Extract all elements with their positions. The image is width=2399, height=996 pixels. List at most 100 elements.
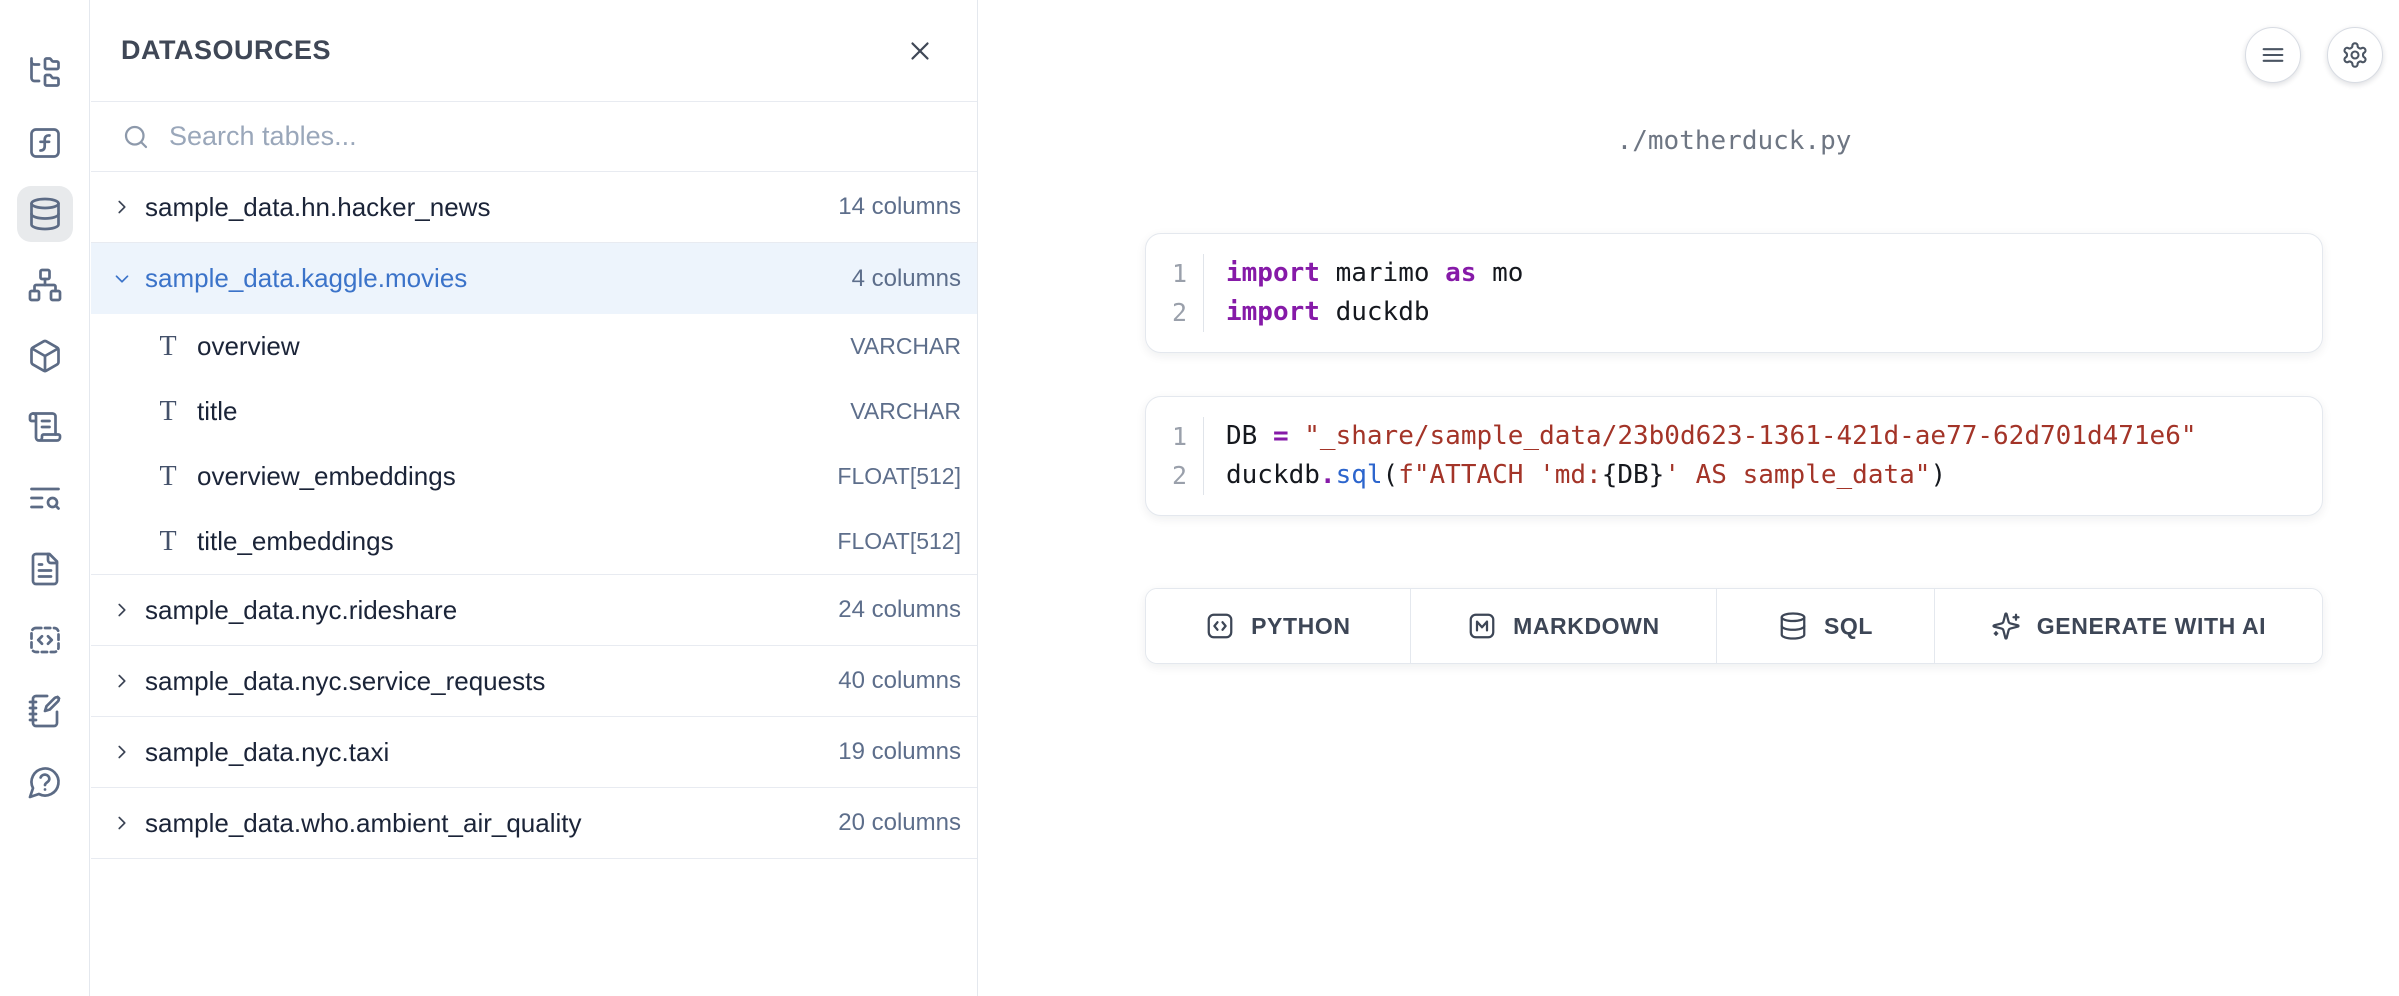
sidebar-scratchpad-button[interactable]	[17, 683, 73, 739]
sidebar-variables-button[interactable]	[17, 115, 73, 171]
text-type-icon: T	[155, 461, 181, 493]
search-input[interactable]	[169, 121, 957, 152]
code-line: DB = "_share/sample_data/23b0d623-1361-4…	[1226, 417, 2197, 456]
column-name: title_embeddings	[197, 526, 394, 557]
code-editor: import marimo as moimport duckdb	[1204, 254, 1523, 332]
code-square-icon	[1205, 611, 1235, 641]
column-type: FLOAT[512]	[837, 528, 961, 555]
close-icon	[905, 36, 935, 66]
activity-bar	[0, 0, 90, 996]
markdown-icon	[1467, 611, 1497, 641]
table-row[interactable]: sample_data.nyc.service_requests 40 colum…	[91, 646, 977, 717]
sidebar-log-search-button[interactable]	[17, 470, 73, 526]
add-cell-button-label: MARKDOWN	[1513, 613, 1660, 640]
table-name: sample_data.hn.hacker_news	[145, 192, 490, 223]
chat-help-icon	[27, 764, 63, 800]
sidebar-file-tree-button[interactable]	[17, 44, 73, 100]
sidebar-snippets-button[interactable]	[17, 612, 73, 668]
panel-title: DATASOURCES	[121, 35, 331, 66]
table-columns: Toverview VARCHAR Ttitle VARCHAR Toverview_e…	[91, 314, 977, 575]
table-row[interactable]: sample_data.nyc.taxi 19 columns	[91, 717, 977, 788]
database-icon	[1778, 611, 1808, 641]
table-name: sample_data.nyc.taxi	[145, 737, 389, 768]
add-cell-python-button[interactable]: PYTHON	[1146, 589, 1411, 663]
search-icon	[121, 122, 151, 152]
column-name: overview_embeddings	[197, 461, 456, 492]
add-cell-bar: PYTHON MARKDOWN SQL GENERATE WITH AI	[1145, 588, 2323, 664]
scratchpad-icon	[27, 693, 63, 729]
sidebar-datasources-button[interactable]	[17, 186, 73, 242]
table-column-count: 19 columns	[838, 738, 961, 766]
variables-icon	[27, 125, 63, 161]
search-icon	[121, 122, 151, 152]
chevron-right-icon	[111, 670, 133, 692]
column-name: title	[197, 396, 237, 427]
add-cell-generate-with-ai-button[interactable]: GENERATE WITH AI	[1935, 589, 2322, 663]
dependency-graph-icon	[27, 267, 63, 303]
sidebar-chat-help-button[interactable]	[17, 754, 73, 810]
table-column-count: 40 columns	[838, 667, 961, 695]
text-type-icon: T	[155, 526, 181, 558]
line-numbers: 12	[1146, 254, 1204, 332]
chevron-down-icon	[111, 268, 133, 290]
add-cell-button-label: PYTHON	[1251, 613, 1350, 640]
table-column-count: 24 columns	[838, 596, 961, 624]
add-cell-button-label: SQL	[1824, 613, 1873, 640]
column-row[interactable]: Toverview VARCHAR	[91, 314, 977, 379]
code-cell[interactable]: 12import marimo as moimport duckdb	[1145, 233, 2323, 353]
file-tree-icon	[27, 54, 63, 90]
column-row[interactable]: Ttitle VARCHAR	[91, 379, 977, 444]
code-cell[interactable]: 12 DB = "_share/sample_data/23b0d623-1361…	[1145, 396, 2323, 516]
gear-button[interactable]	[2327, 27, 2383, 83]
line-numbers: 12	[1146, 417, 1204, 495]
code-line: import duckdb	[1226, 293, 1523, 332]
snippets-icon	[27, 622, 63, 658]
sidebar-packages-button[interactable]	[17, 328, 73, 384]
chevron-right-icon	[111, 812, 133, 834]
sidebar-dependency-graph-button[interactable]	[17, 257, 73, 313]
log-search-icon	[27, 480, 63, 516]
close-panel-button[interactable]	[899, 30, 941, 72]
panel-header: DATASOURCES	[91, 0, 977, 102]
column-type: VARCHAR	[850, 398, 961, 425]
datasources-icon	[27, 196, 63, 232]
gear-icon	[2341, 41, 2369, 69]
notebook-filename: ./motherduck.py	[1145, 126, 2323, 156]
logs-icon	[27, 409, 63, 445]
column-row[interactable]: Ttitle_embeddings FLOAT[512]	[91, 509, 977, 574]
table-row[interactable]: sample_data.kaggle.movies 4 columns	[91, 243, 977, 314]
sidebar-logs-button[interactable]	[17, 399, 73, 455]
table-row[interactable]: sample_data.hn.hacker_news 14 columns	[91, 172, 977, 243]
add-cell-markdown-button[interactable]: MARKDOWN	[1411, 589, 1717, 663]
add-cell-sql-button[interactable]: SQL	[1717, 589, 1935, 663]
menu-button[interactable]	[2245, 27, 2301, 83]
code-line: duckdb.sql(f"ATTACH 'md:{DB}' AS sample_…	[1226, 456, 2197, 495]
column-name: overview	[197, 331, 300, 362]
table-row[interactable]: sample_data.who.ambient_air_quality 20 co…	[91, 788, 977, 859]
column-type: VARCHAR	[850, 333, 961, 360]
notebook-area: ./motherduck.py 12import marimo as moimp…	[978, 0, 2399, 996]
notebook-content: ./motherduck.py 12import marimo as moimp…	[1145, 126, 2323, 664]
menu-icon	[2259, 41, 2287, 69]
table-column-count: 4 columns	[852, 265, 961, 293]
table-column-count: 20 columns	[838, 809, 961, 837]
column-type: FLOAT[512]	[837, 463, 961, 490]
chevron-right-icon	[111, 741, 133, 763]
add-cell-button-label: GENERATE WITH AI	[2037, 613, 2266, 640]
top-actions	[2245, 27, 2383, 83]
documentation-icon	[27, 551, 63, 587]
tables-list: sample_data.hn.hacker_news14 columnssamp…	[91, 172, 977, 859]
text-type-icon: T	[155, 396, 181, 428]
code-editor: DB = "_share/sample_data/23b0d623-1361-4…	[1204, 417, 2197, 495]
text-type-icon: T	[155, 331, 181, 363]
datasources-panel: DATASOURCES sample_data.hn.hacker_news 14…	[91, 0, 978, 996]
search-row	[91, 102, 977, 172]
table-name: sample_data.kaggle.movies	[145, 263, 467, 294]
table-column-count: 14 columns	[838, 193, 961, 221]
code-line: import marimo as mo	[1226, 254, 1523, 293]
column-row[interactable]: Toverview_embeddings FLOAT[512]	[91, 444, 977, 509]
table-name: sample_data.nyc.service_requests	[145, 666, 545, 697]
sidebar-documentation-button[interactable]	[17, 541, 73, 597]
table-name: sample_data.who.ambient_air_quality	[145, 808, 582, 839]
table-row[interactable]: sample_data.nyc.rideshare24 columns	[91, 575, 977, 646]
